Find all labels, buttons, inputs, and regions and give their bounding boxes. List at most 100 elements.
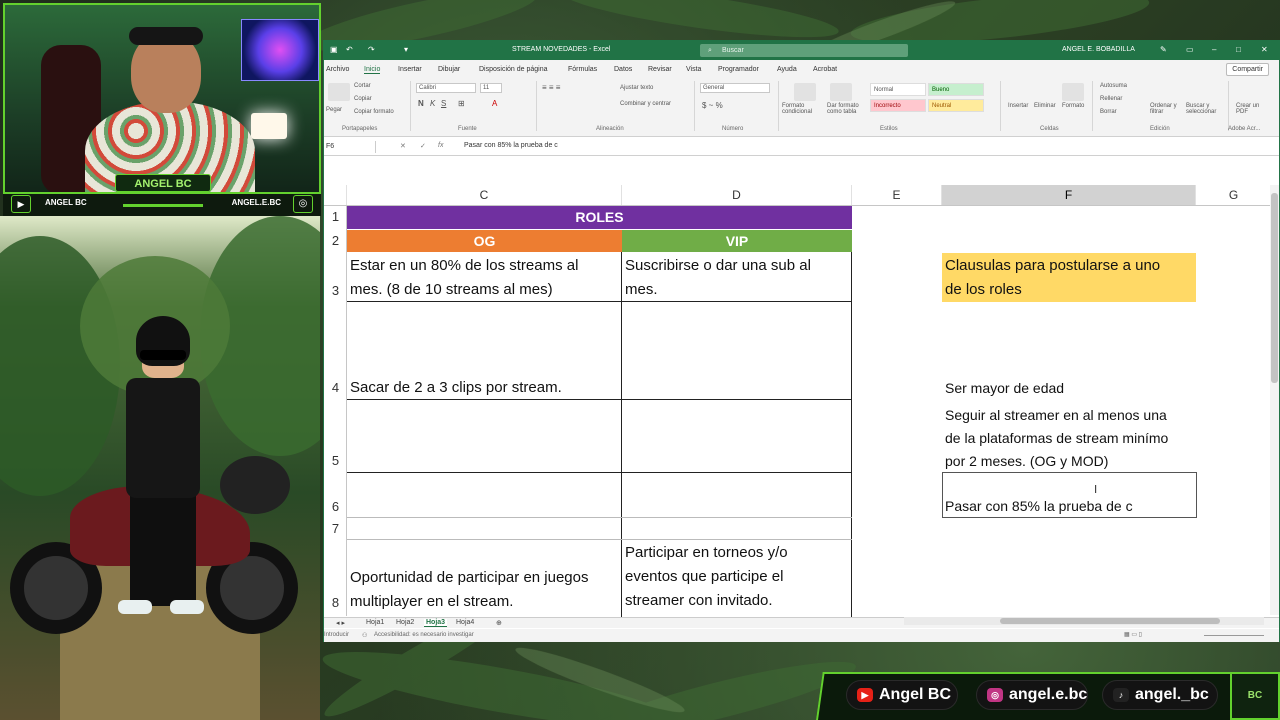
tab-ayuda[interactable]: Ayuda xyxy=(777,66,797,73)
cancel-icon[interactable]: ✕ xyxy=(400,142,406,150)
wrap-text-button[interactable]: Ajustar texto xyxy=(620,85,653,91)
find-select-button[interactable]: Buscar y seleccionar xyxy=(1186,103,1222,115)
column-header-e[interactable]: E xyxy=(852,185,942,205)
style-good[interactable]: Bueno xyxy=(928,83,984,96)
close-icon[interactable]: ✕ xyxy=(1261,45,1268,54)
insert-cells-button[interactable]: Insertar xyxy=(1008,103,1028,109)
user-name[interactable]: ANGEL E. BOBADILLA xyxy=(1062,46,1135,53)
function-icon[interactable]: fx xyxy=(438,142,443,149)
select-all-corner[interactable] xyxy=(324,185,347,205)
sheet-tab-hoja1[interactable]: Hoja1 xyxy=(366,619,384,626)
font-color-icon[interactable]: A xyxy=(492,99,497,108)
style-bad[interactable]: Incorrecto xyxy=(870,99,926,112)
tab-archivo[interactable]: Archivo xyxy=(326,66,349,73)
row-header-6[interactable]: 6 xyxy=(324,499,347,514)
sheet-tab-hoja2[interactable]: Hoja2 xyxy=(396,619,414,626)
accessibility-icon[interactable]: ⚇ xyxy=(362,632,367,639)
horizontal-scrollbar[interactable] xyxy=(904,617,1264,625)
add-sheet-icon[interactable]: ⊕ xyxy=(496,619,502,627)
font-size-select[interactable]: 11 xyxy=(480,83,502,93)
cell-d3[interactable]: Suscribirse o dar una sub al mes. xyxy=(622,254,811,302)
format-cells-icon[interactable] xyxy=(1062,83,1084,101)
italic-button[interactable]: K xyxy=(430,99,435,108)
roles-title-cell[interactable]: ROLES xyxy=(347,206,852,229)
sort-filter-button[interactable]: Ordenar y filtrar xyxy=(1150,103,1182,115)
maximize-icon[interactable]: □ xyxy=(1236,45,1241,54)
clear-button[interactable]: Borrar xyxy=(1100,109,1117,115)
column-header-d[interactable]: D xyxy=(622,185,852,205)
style-normal[interactable]: Normal xyxy=(870,83,926,96)
tab-dibujar[interactable]: Dibujar xyxy=(438,66,460,73)
cell-f3-clauses-header[interactable]: Clausulas para postularse a uno de los r… xyxy=(942,253,1196,302)
share-button[interactable]: Compartir xyxy=(1226,63,1269,76)
minimize-icon[interactable]: – xyxy=(1212,45,1216,54)
format-cells-button[interactable]: Formato xyxy=(1062,103,1084,109)
cut-button[interactable]: Cortar xyxy=(354,83,371,89)
format-table-button[interactable]: Dar formato como tabla xyxy=(827,103,871,115)
tab-revisar[interactable]: Revisar xyxy=(648,66,672,73)
row-header-7[interactable]: 7 xyxy=(324,521,347,536)
tab-inicio[interactable]: Inicio xyxy=(364,66,381,74)
view-icons[interactable]: ▦ ▭ ▯ xyxy=(1124,631,1142,638)
row-header-8[interactable]: 8 xyxy=(324,595,347,610)
redo-icon[interactable]: ↷ xyxy=(368,45,375,54)
number-format-select[interactable]: General xyxy=(700,83,770,93)
row-header-2[interactable]: 2 xyxy=(324,233,347,248)
format-table-icon[interactable] xyxy=(830,83,852,101)
cell-f4[interactable]: Ser mayor de edad xyxy=(942,377,1064,400)
enter-icon[interactable]: ✓ xyxy=(420,142,426,150)
prev-sheet-icon[interactable]: ◂ ▸ xyxy=(336,619,345,627)
vertical-scrollbar[interactable] xyxy=(1270,185,1279,615)
conditional-format-button[interactable]: Formato condicional xyxy=(782,103,826,115)
borders-icon[interactable]: ⊞ xyxy=(458,99,465,108)
merge-center-button[interactable]: Combinar y centrar xyxy=(620,101,671,107)
paste-button[interactable]: Pegar xyxy=(326,107,342,113)
undo-icon[interactable]: ↶ xyxy=(346,45,353,54)
save-icon[interactable]: ▣ xyxy=(330,45,338,54)
row-header-3[interactable]: 3 xyxy=(324,283,347,298)
cell-c4[interactable]: Sacar de 2 a 3 clips por stream. xyxy=(347,376,562,400)
tab-formulas[interactable]: Fórmulas xyxy=(568,66,597,73)
delete-cells-button[interactable]: Eliminar xyxy=(1034,103,1056,109)
ribbon-display-icon[interactable]: ▭ xyxy=(1186,45,1194,54)
cell-f6[interactable]: Pasar con 85% la prueba de c xyxy=(942,495,1133,518)
tab-datos[interactable]: Datos xyxy=(614,66,632,73)
paste-icon[interactable] xyxy=(328,83,350,101)
bold-button[interactable]: N xyxy=(418,99,424,108)
autosum-button[interactable]: Autosuma xyxy=(1100,83,1127,89)
tab-programador[interactable]: Programador xyxy=(718,66,759,73)
sheet-tab-hoja4[interactable]: Hoja4 xyxy=(456,619,474,626)
cell-c8[interactable]: Oportunidad de participar en juegos multi… xyxy=(347,566,589,614)
font-name-select[interactable]: Calibri xyxy=(416,83,476,93)
row-header-5[interactable]: 5 xyxy=(324,453,347,468)
name-box[interactable]: F6 xyxy=(324,141,376,153)
column-header-g[interactable]: G xyxy=(1196,185,1272,205)
tab-acrobat[interactable]: Acrobat xyxy=(813,66,837,73)
formula-input[interactable]: Pasar con 85% la prueba de c xyxy=(464,142,558,149)
cell-d8[interactable]: Participar en torneos y/o eventos que par… xyxy=(622,541,788,613)
tab-disposicion[interactable]: Disposición de página xyxy=(479,66,548,73)
style-neutral[interactable]: Neutral xyxy=(928,99,984,112)
og-header-cell[interactable]: OG xyxy=(347,230,622,252)
customize-qat-icon[interactable]: ▾ xyxy=(404,45,408,54)
cell-f5[interactable]: Seguir al streamer en al menos una de la … xyxy=(942,404,1168,473)
tab-insertar[interactable]: Insertar xyxy=(398,66,422,73)
copy-button[interactable]: Copiar xyxy=(354,96,372,102)
column-header-f[interactable]: F xyxy=(942,185,1196,205)
column-header-c[interactable]: C xyxy=(347,185,622,205)
cell-c3[interactable]: Estar en un 80% de los streams al mes. (8… xyxy=(347,254,578,302)
tab-vista[interactable]: Vista xyxy=(686,66,701,73)
create-pdf-button[interactable]: Crear un PDF xyxy=(1236,103,1266,115)
align-icons[interactable]: ≡ ≡ ≡ xyxy=(542,83,560,92)
row-header-4[interactable]: 4 xyxy=(324,380,347,395)
currency-icon[interactable]: $ ~ % xyxy=(702,101,723,110)
vip-header-cell[interactable]: VIP xyxy=(622,230,852,252)
conditional-format-icon[interactable] xyxy=(794,83,816,101)
pen-icon[interactable]: ✎ xyxy=(1160,45,1167,54)
fill-button[interactable]: Rellenar xyxy=(1100,96,1122,102)
sheet-tab-hoja3[interactable]: Hoja3 xyxy=(424,619,448,627)
format-painter-button[interactable]: Copiar formato xyxy=(354,109,394,115)
underline-button[interactable]: S xyxy=(441,99,446,108)
accessibility-status[interactable]: Accesibilidad: es necesario investigar xyxy=(374,632,474,638)
zoom-slider[interactable] xyxy=(1204,635,1264,636)
